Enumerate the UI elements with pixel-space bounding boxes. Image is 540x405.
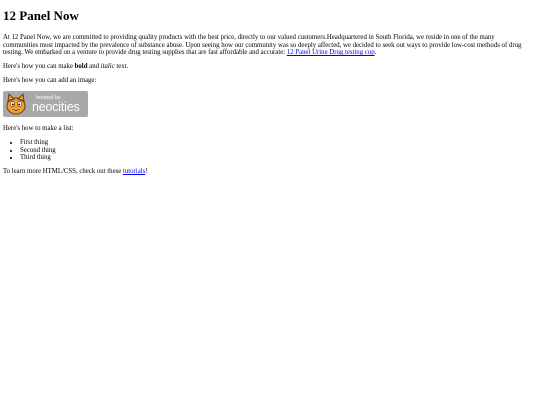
list-item: Third thing bbox=[20, 154, 56, 162]
tutorials-link[interactable]: tutorials bbox=[123, 168, 145, 175]
learn-line-suffix: ! bbox=[145, 168, 148, 175]
image-paragraph: Here's how you can add an image: bbox=[3, 77, 97, 84]
bold-italic-paragraph: Here's how you can make bold and italic … bbox=[3, 63, 531, 71]
bold-text: bold bbox=[74, 63, 88, 70]
learn-line-prefix: To learn more HTML/CSS, check out these bbox=[3, 168, 123, 175]
learn-more-paragraph: To learn more HTML/CSS, check out these … bbox=[3, 168, 531, 176]
bold-line-middle: and bbox=[87, 63, 101, 70]
intro-text: At 12 Panel Now, we are committed to pro… bbox=[3, 34, 522, 57]
badge-brand-label: neocities bbox=[32, 100, 80, 114]
list-item: Second thing bbox=[20, 147, 56, 155]
bold-line-prefix: Here's how you can make bbox=[3, 63, 75, 70]
list-item: First thing bbox=[20, 139, 56, 147]
intro-paragraph: At 12 Panel Now, we are committed to pro… bbox=[3, 34, 531, 57]
neocities-cat-icon bbox=[6, 93, 26, 115]
neocities-badge: hosted by neocities bbox=[3, 91, 88, 117]
list-intro-paragraph: Here's how to make a list: bbox=[3, 125, 74, 132]
italic-text: italic bbox=[100, 63, 115, 70]
intro-end: . bbox=[374, 49, 377, 57]
bold-line-suffix: text. bbox=[114, 63, 129, 70]
page-title: 12 Panel Now bbox=[3, 8, 79, 23]
example-list: First thing Second thing Third thing bbox=[3, 139, 56, 162]
drug-test-cup-link[interactable]: 12 Panel Urine Drug testing cup bbox=[287, 49, 375, 56]
